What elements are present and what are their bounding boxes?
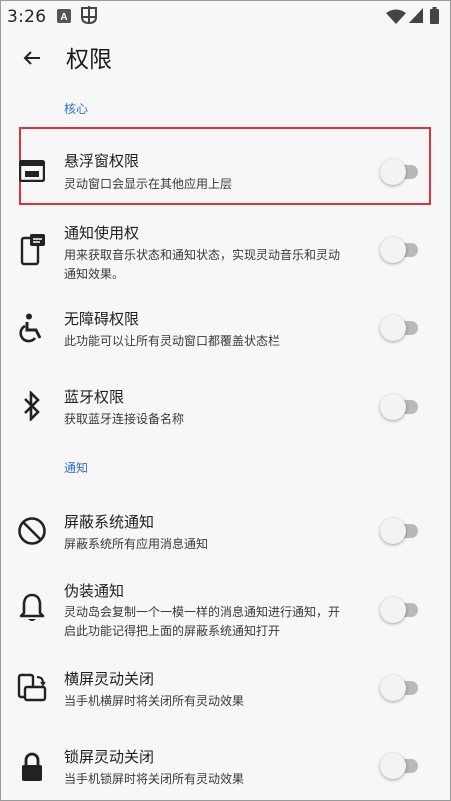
accessibility-icon (16, 312, 48, 344)
battery-icon (430, 7, 439, 28)
list-item-block-system-notifications[interactable]: 屏蔽系统通知 屏蔽系统所有应用消息通知 (0, 502, 451, 564)
toggle-bluetooth[interactable] (380, 393, 420, 421)
item-title: 蓝牙权限 (64, 388, 125, 406)
arrow-back-icon (23, 51, 40, 65)
section-header-core: 核心 (64, 102, 89, 116)
wifi-icon (386, 9, 406, 28)
bell-icon (16, 592, 48, 624)
floating-window-icon (16, 155, 48, 187)
item-title: 通知使用权 (64, 224, 140, 242)
bluetooth-icon (16, 390, 48, 422)
toggle-lockscreen-off[interactable] (380, 752, 420, 780)
list-item-landscape-off[interactable]: 横屏灵动关闭 当手机横屏时将关闭所有灵动效果 (0, 660, 451, 722)
toggle-block-system-notifications[interactable] (380, 517, 420, 545)
list-item-floating-window[interactable]: 悬浮窗权限 灵动窗口会显示在其他应用上层 (0, 128, 451, 204)
item-subtitle: 灵动窗口会显示在其他应用上层 (64, 177, 233, 191)
status-time: 3:26 (7, 7, 47, 27)
toggle-floating-window[interactable] (380, 158, 420, 186)
list-item-bluetooth[interactable]: 蓝牙权限 获取蓝牙连接设备名称 (0, 378, 451, 440)
back-button[interactable] (18, 44, 46, 72)
toggle-fake-notification[interactable] (380, 596, 420, 624)
toggle-landscape-off[interactable] (380, 674, 420, 702)
list-item-fake-notification[interactable]: 伪装通知 灵动岛会复制一个一模一样的消息通知进行通知，开 启此功能记得把上面的屏… (0, 572, 451, 648)
item-title: 伪装通知 (64, 582, 125, 600)
screen-rotation-icon (16, 672, 48, 704)
svg-text:A: A (60, 12, 67, 23)
toggle-accessibility[interactable] (380, 314, 420, 342)
phone-notification-icon (16, 234, 48, 266)
item-subtitle: 当手机横屏时将关闭所有灵动效果 (64, 694, 245, 708)
a-notification-icon: A (57, 8, 71, 27)
item-subtitle: 屏蔽系统所有应用消息通知 (64, 537, 209, 551)
app-bar: 权限 (0, 32, 451, 84)
item-subtitle-line2: 启此功能记得把上面的屏蔽系统通知打开 (64, 624, 281, 638)
item-subtitle: 获取蓝牙连接设备名称 (64, 412, 185, 426)
block-icon (16, 515, 48, 547)
item-subtitle-line2: 通知效果。 (64, 267, 125, 281)
status-bar: 3:26 A (0, 0, 451, 32)
item-title: 屏蔽系统通知 (64, 513, 155, 531)
section-header-notification: 通知 (64, 461, 89, 475)
item-title: 无障碍权限 (64, 310, 140, 328)
page-title: 权限 (66, 47, 112, 73)
item-title: 锁屏灵动关闭 (64, 748, 155, 766)
item-title: 悬浮窗权限 (64, 152, 140, 170)
cellular-signal-icon (409, 8, 423, 27)
item-subtitle-line1: 灵动岛会复制一个一模一样的消息通知进行通知，开 (64, 605, 341, 619)
lock-icon (16, 751, 48, 783)
toggle-notification-access[interactable] (380, 236, 420, 264)
list-item-lockscreen-off[interactable]: 锁屏灵动关闭 当手机锁屏时将关闭所有灵动效果 (0, 738, 451, 800)
list-item-accessibility[interactable]: 无障碍权限 此功能可以让所有灵动窗口都覆盖状态栏 (0, 300, 451, 362)
list-item-notification-access[interactable]: 通知使用权 用来获取音乐状态和通知状态，实现灵动音乐和灵动 通知效果。 (0, 212, 451, 292)
item-title: 横屏灵动关闭 (64, 670, 155, 688)
item-subtitle-line1: 用来获取音乐状态和通知状态，实现灵动音乐和灵动 (64, 248, 341, 262)
item-subtitle: 当手机锁屏时将关闭所有灵动效果 (64, 772, 245, 786)
item-subtitle: 此功能可以让所有灵动窗口都覆盖状态栏 (64, 334, 281, 348)
bug-notification-icon (79, 5, 99, 29)
